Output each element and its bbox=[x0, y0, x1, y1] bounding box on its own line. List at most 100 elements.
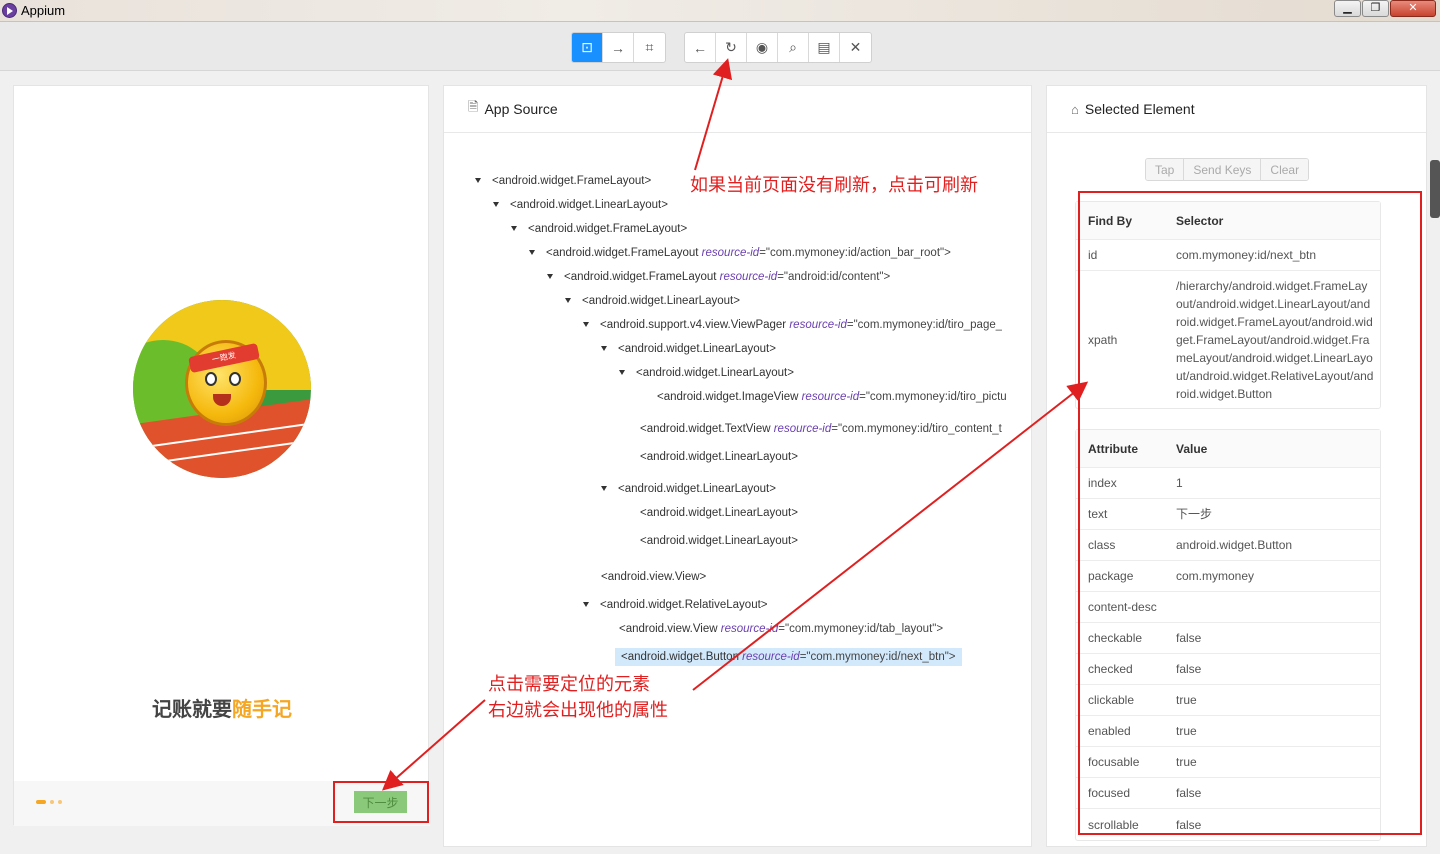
tree-node-tag: <android.support.v4.view.ViewPager bbox=[600, 319, 790, 331]
tree-node-attr-value: ="com.mymoney:id/action_bar_root"> bbox=[759, 247, 951, 259]
window-titlebar: Appium ▁ ❐ ✕ bbox=[0, 0, 1440, 22]
tree-node-tag: <android.widget.FrameLayout> bbox=[528, 223, 688, 235]
tree-node[interactable]: <android.widget.LinearLayout> bbox=[493, 196, 668, 214]
expand-caret-icon[interactable] bbox=[583, 322, 589, 328]
tree-node[interactable]: <android.widget.FrameLayout resource-id=… bbox=[529, 244, 951, 262]
highlight-box-properties bbox=[1078, 191, 1422, 835]
tree-node[interactable]: <android.widget.LinearLayout> bbox=[640, 448, 798, 466]
tree-node-attr-name: resource-id bbox=[801, 391, 860, 403]
app-source-header: 🗎 App Source bbox=[444, 86, 1031, 133]
eye-icon: ◉ bbox=[755, 39, 769, 55]
copy-xml-button[interactable]: ▤ bbox=[809, 33, 840, 62]
tree-node-attr-name: resource-id bbox=[719, 271, 778, 283]
close-button[interactable]: ✕ bbox=[840, 33, 871, 62]
expand-caret-icon[interactable] bbox=[583, 602, 589, 608]
expand-caret-icon[interactable] bbox=[529, 250, 535, 256]
minimize-button[interactable]: ▁ bbox=[1334, 0, 1361, 17]
tree-node-attr-name: resource-id bbox=[742, 651, 800, 663]
tap-coordinates-icon: ⌗ bbox=[645, 39, 654, 55]
tree-node[interactable]: <android.widget.LinearLayout> bbox=[640, 532, 798, 550]
maximize-button[interactable]: ❐ bbox=[1362, 0, 1389, 17]
window-controls: ▁ ❐ ✕ bbox=[1334, 0, 1436, 17]
expand-caret-icon[interactable] bbox=[565, 298, 571, 304]
highlight-box-next-button bbox=[333, 781, 429, 823]
window-title: Appium bbox=[21, 3, 66, 18]
window-scrollbar[interactable] bbox=[1430, 160, 1440, 218]
expand-caret-icon[interactable] bbox=[547, 274, 553, 280]
tree-node[interactable]: <android.widget.FrameLayout> bbox=[511, 220, 687, 238]
tree-node-tag: <android.widget.LinearLayout> bbox=[640, 451, 798, 463]
refresh-icon: ↻ bbox=[725, 39, 737, 55]
source-tree: <android.widget.FrameLayout> <android.wid… bbox=[444, 134, 1033, 834]
tree-node-tag: <android.widget.LinearLayout> bbox=[640, 535, 798, 547]
tree-node-attr-value: ="com.mymoney:id/tiro_pictu bbox=[859, 391, 1007, 403]
tree-node[interactable]: <android.widget.RelativeLayout> bbox=[583, 596, 768, 614]
tree-node-tag: <android.widget.TextView bbox=[640, 423, 774, 435]
tag-icon: ⌂ bbox=[1071, 101, 1079, 117]
file-icon: 🗎 bbox=[468, 99, 479, 114]
tree-node-tag: <android.widget.RelativeLayout> bbox=[600, 599, 768, 611]
selected-element-title: Selected Element bbox=[1084, 101, 1195, 117]
expand-caret-icon[interactable] bbox=[511, 226, 517, 232]
tree-node[interactable]: <android.view.View> bbox=[601, 568, 706, 586]
tree-node[interactable]: <android.widget.LinearLayout> bbox=[619, 364, 794, 382]
tree-node[interactable]: <android.widget.LinearLayout> bbox=[565, 292, 740, 310]
tree-node[interactable]: <android.widget.LinearLayout> bbox=[601, 340, 776, 358]
tree-node[interactable]: <android.support.v4.view.ViewPager resou… bbox=[583, 316, 1002, 334]
tree-node-tag: <android.view.View> bbox=[601, 571, 707, 583]
selected-element-header: ⌂ Selected Element bbox=[1047, 86, 1426, 133]
tap-coordinates-button[interactable]: ⌗ bbox=[634, 33, 665, 62]
expand-caret-icon[interactable] bbox=[601, 486, 607, 492]
tree-node-tag: <android.widget.FrameLayout> bbox=[492, 175, 652, 187]
tree-node-tag: <android.widget.LinearLayout> bbox=[636, 367, 794, 379]
tree-node[interactable]: <android.widget.LinearLayout> bbox=[601, 480, 776, 498]
refresh-annotation: 如果当前页面没有刷新，点击可刷新 bbox=[690, 175, 978, 195]
tree-node-tag: <android.widget.FrameLayout bbox=[546, 247, 702, 259]
select-element-icon: ⊡ bbox=[581, 39, 593, 55]
tree-node-tag: <android.widget.LinearLayout> bbox=[582, 295, 740, 307]
tree-node[interactable]: <android.widget.FrameLayout> bbox=[475, 172, 651, 190]
tap-button[interactable]: Tap bbox=[1146, 159, 1185, 180]
tree-node[interactable]: <android.widget.TextView resource-id="co… bbox=[640, 420, 1002, 438]
back-button[interactable]: ← bbox=[685, 33, 716, 62]
tree-node[interactable]: <android.widget.FrameLayout resource-id=… bbox=[547, 268, 890, 286]
send-keys-button[interactable]: Send Keys bbox=[1184, 159, 1262, 180]
tree-node[interactable]: <android.widget.LinearLayout> bbox=[640, 504, 798, 522]
expand-caret-icon[interactable] bbox=[493, 202, 499, 208]
clear-button[interactable]: Clear bbox=[1261, 159, 1309, 180]
tree-node-tag: <android.widget.LinearLayout> bbox=[618, 483, 776, 495]
page-indicator bbox=[36, 800, 62, 804]
tree-node-attr-name: resource-id bbox=[773, 423, 832, 435]
element-action-bar: Tap Send Keys Clear bbox=[1145, 158, 1310, 181]
swipe-button[interactable]: → bbox=[603, 33, 634, 62]
back-icon: ← bbox=[693, 39, 707, 56]
tree-node-attr-value: ="com.mymoney:id/tiro_page_ bbox=[846, 319, 1003, 331]
tree-node-attr-name: resource-id bbox=[701, 247, 760, 259]
click-annotation-line1: 点击需要定位的元素 bbox=[488, 674, 650, 694]
tree-node-tag: <android.widget.Button bbox=[621, 651, 743, 663]
eye-button[interactable]: ◉ bbox=[747, 33, 778, 62]
expand-caret-icon[interactable] bbox=[601, 346, 607, 352]
close-window-button[interactable]: ✕ bbox=[1390, 0, 1436, 17]
refresh-button[interactable]: ↻ bbox=[716, 33, 747, 62]
close-icon: ✕ bbox=[849, 39, 862, 55]
tree-node-tag: <android.widget.FrameLayout bbox=[564, 271, 720, 283]
tree-node-attr-name: resource-id bbox=[720, 623, 779, 635]
device-screenshot-panel[interactable]: 一跑发 记账就要随手记 下一步 bbox=[13, 85, 430, 826]
click-annotation-line2: 右边就会出现他的属性 bbox=[488, 700, 668, 720]
selected-tree-node[interactable]: <android.widget.Button resource-id="com.… bbox=[615, 648, 962, 666]
tree-node-attr-value: ="com.mymoney:id/tab_layout"> bbox=[778, 623, 944, 635]
mode-button-group: ⊡ → ⌗ bbox=[571, 32, 666, 63]
app-source-panel: 🗎 App Source <android.widget.FrameLayout… bbox=[443, 85, 1032, 847]
tree-node-attr-value: ="com.mymoney:id/next_btn"> bbox=[799, 651, 956, 663]
tree-node[interactable]: <android.widget.ImageView resource-id="c… bbox=[657, 388, 1007, 406]
expand-caret-icon[interactable] bbox=[619, 370, 625, 376]
action-button-group: ← ↻ ◉ ⌕ ▤ ✕ bbox=[684, 32, 872, 63]
search-icon: ⌕ bbox=[789, 39, 797, 55]
search-button[interactable]: ⌕ bbox=[778, 33, 809, 62]
copy-xml-icon: ▤ bbox=[817, 39, 831, 55]
tree-node[interactable]: <android.view.View resource-id="com.mymo… bbox=[619, 620, 943, 638]
select-element-button[interactable]: ⊡ bbox=[572, 33, 603, 62]
expand-caret-icon[interactable] bbox=[475, 178, 481, 184]
app-source-title: App Source bbox=[484, 101, 558, 117]
